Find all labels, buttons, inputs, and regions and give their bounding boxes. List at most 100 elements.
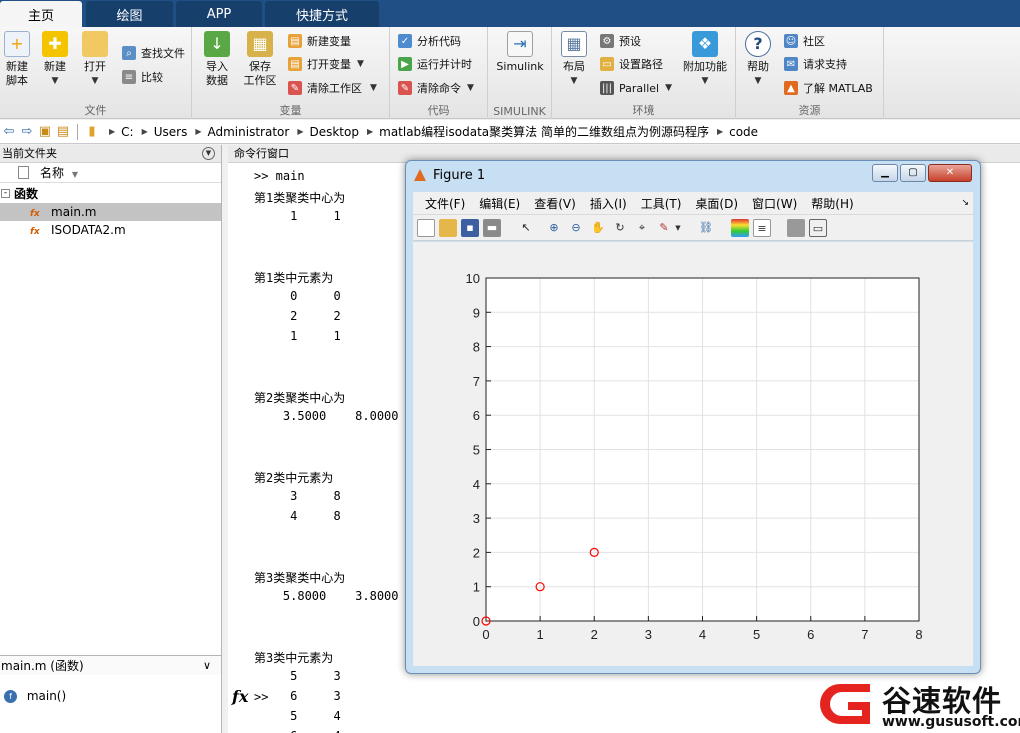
- matlab-logo-icon: [414, 169, 426, 181]
- new-label: 新建: [44, 60, 66, 73]
- chevron-down-icon: ▼: [357, 59, 364, 69]
- find-files-label: 查找文件: [141, 47, 185, 60]
- learn-matlab-button[interactable]: ▲ 了解 MATLAB: [784, 78, 873, 98]
- rotate-3d-icon[interactable]: ↻: [611, 219, 629, 237]
- addons-button[interactable]: ❖ 附加功能 ▼: [680, 31, 730, 88]
- simulink-button[interactable]: ⇥ Simulink: [494, 31, 546, 74]
- output-line: 2 2: [254, 309, 341, 323]
- output-line: 1 1: [254, 329, 341, 343]
- breadcrumb-item[interactable]: Administrator: [208, 125, 290, 139]
- back-arrow-icon[interactable]: ⇦: [0, 124, 18, 139]
- colorbar-icon[interactable]: [731, 219, 749, 237]
- watermark-url: www.gususoft.com: [882, 714, 1020, 730]
- menu-tools[interactable]: 工具(T): [641, 195, 682, 212]
- output-line: 第3类聚类中心为: [254, 571, 346, 585]
- save-icon[interactable]: ▪: [461, 219, 479, 237]
- scatter-plot[interactable]: 0 1 2 3 4 5 6 7 8 0 1 2 3 4 5 6 7 8 9 10: [413, 242, 973, 666]
- breadcrumb-item[interactable]: matlab编程isodata聚类算法 简单的二维数组点为例源码程序: [379, 123, 709, 140]
- help-button[interactable]: ? 帮助 ▼: [744, 31, 772, 88]
- tree-group-functions[interactable]: - 函数: [0, 185, 221, 203]
- clear-workspace-button[interactable]: ✎ 清除工作区 ▼: [288, 78, 377, 98]
- menu-view[interactable]: 查看(V): [534, 195, 576, 212]
- details-panel-header[interactable]: main.m (函数) ∨: [0, 655, 221, 675]
- chevron-down-icon[interactable]: ▼: [673, 219, 683, 237]
- minimize-button[interactable]: ▁: [872, 164, 898, 182]
- compare-button[interactable]: ≡ 比较: [122, 67, 163, 87]
- menu-edit[interactable]: 编辑(E): [479, 195, 520, 212]
- menu-file[interactable]: 文件(F): [425, 195, 465, 212]
- tab-plots[interactable]: 绘图: [86, 1, 173, 27]
- current-folder-panel: 当前文件夹 ▼ 名称 ▼ - 函数 fx main.m fx ISODATA2.…: [0, 145, 222, 733]
- tab-apps[interactable]: APP: [176, 1, 262, 27]
- pointer-icon[interactable]: ↖: [517, 219, 535, 237]
- menu-desktop[interactable]: 桌面(D): [695, 195, 738, 212]
- menu-insert[interactable]: 插入(I): [590, 195, 627, 212]
- zoom-in-icon[interactable]: ⊕: [545, 219, 563, 237]
- browse-folder-icon[interactable]: ▤: [54, 124, 72, 139]
- data-cursor-icon[interactable]: ⌖: [633, 219, 651, 237]
- close-button[interactable]: ✕: [928, 164, 972, 182]
- show-plot-tools-icon[interactable]: ▭: [809, 219, 827, 237]
- chevron-down-icon[interactable]: ∨: [203, 656, 211, 676]
- open-variable-button[interactable]: ▤ 打开变量 ▼: [288, 54, 364, 74]
- community-button[interactable]: ☺ 社区: [784, 31, 825, 51]
- parallel-button[interactable]: ||| Parallel ▼: [600, 78, 672, 98]
- new-script-button[interactable]: + 新建 脚本: [2, 31, 32, 88]
- set-path-button[interactable]: ▭ 设置路径: [600, 54, 663, 74]
- y-tick-label: 7: [473, 374, 480, 389]
- dock-arrow-icon[interactable]: ↘: [961, 198, 969, 208]
- new-variable-button[interactable]: ▤ 新建变量: [288, 31, 351, 51]
- open-file-icon[interactable]: [439, 219, 457, 237]
- zoom-out-icon[interactable]: ⊖: [567, 219, 585, 237]
- chevron-down-icon: ▼: [665, 83, 673, 93]
- file-item-main[interactable]: fx main.m: [0, 203, 221, 221]
- new-button[interactable]: ✚ 新建 ▼: [40, 31, 70, 88]
- request-support-button[interactable]: ✉ 请求支持: [784, 54, 847, 74]
- command-prompt[interactable]: >>: [254, 690, 268, 704]
- pan-hand-icon[interactable]: ✋: [589, 219, 607, 237]
- brush-icon[interactable]: ✎: [655, 219, 673, 237]
- name-column-header[interactable]: 名称 ▼: [0, 163, 221, 183]
- folder-icon: ▮: [88, 124, 96, 139]
- legend-icon[interactable]: ≡: [753, 219, 771, 237]
- hide-plot-tools-icon[interactable]: [787, 219, 805, 237]
- clear-commands-button[interactable]: ✎ 清除命令 ▼: [398, 78, 474, 98]
- save-workspace-button[interactable]: ▦ 保存 工作区: [240, 31, 280, 88]
- function-file-icon: fx: [30, 209, 40, 219]
- details-function-row[interactable]: f main(): [4, 687, 66, 705]
- preferences-button[interactable]: ⚙ 预设: [600, 31, 641, 51]
- link-plot-icon[interactable]: ⛓: [697, 219, 715, 237]
- breadcrumb-item[interactable]: Desktop: [309, 125, 359, 139]
- output-line: 第2类聚类中心为: [254, 391, 346, 405]
- y-tick-label: 10: [466, 271, 480, 286]
- forward-arrow-icon[interactable]: ⇨: [18, 124, 36, 139]
- addons-cubes-icon: ❖: [692, 31, 718, 57]
- import-data-button[interactable]: ↓ 导入 数据: [200, 31, 234, 88]
- run-and-time-button[interactable]: ▶ 运行并计时: [398, 54, 472, 74]
- layout-button[interactable]: ▦ 布局 ▼: [558, 31, 590, 88]
- tab-shortcuts[interactable]: 快捷方式: [265, 1, 379, 27]
- tab-home[interactable]: 主页: [0, 1, 82, 27]
- analyze-label: 分析代码: [417, 35, 461, 48]
- breadcrumb-item[interactable]: Users: [154, 125, 188, 139]
- open-button[interactable]: 打开 ▼: [80, 31, 110, 88]
- figure-title-bar[interactable]: Figure 1: [414, 165, 485, 185]
- menu-window[interactable]: 窗口(W): [752, 195, 797, 212]
- parallel-icon: |||: [600, 81, 614, 95]
- up-folder-icon[interactable]: ▣: [36, 124, 54, 139]
- print-icon[interactable]: ▬: [483, 219, 501, 237]
- breadcrumb-item[interactable]: code: [729, 125, 758, 139]
- maximize-button[interactable]: ▢: [900, 164, 926, 182]
- compare-icon: ≡: [122, 70, 136, 84]
- function-browser-icon[interactable]: fx: [232, 687, 248, 706]
- breadcrumb-item[interactable]: C:: [121, 125, 133, 139]
- save-label-2: 工作区: [243, 74, 277, 87]
- analyze-code-button[interactable]: ✓ 分析代码: [398, 31, 461, 51]
- collapse-icon[interactable]: -: [1, 189, 10, 198]
- find-files-button[interactable]: ⌕ 查找文件: [122, 43, 185, 63]
- y-tick-label: 3: [473, 511, 480, 526]
- menu-help[interactable]: 帮助(H): [811, 195, 853, 212]
- file-item-isodata2[interactable]: fx ISODATA2.m: [0, 221, 221, 239]
- new-figure-icon[interactable]: [417, 219, 435, 237]
- panel-actions-icon[interactable]: ▼: [202, 147, 215, 160]
